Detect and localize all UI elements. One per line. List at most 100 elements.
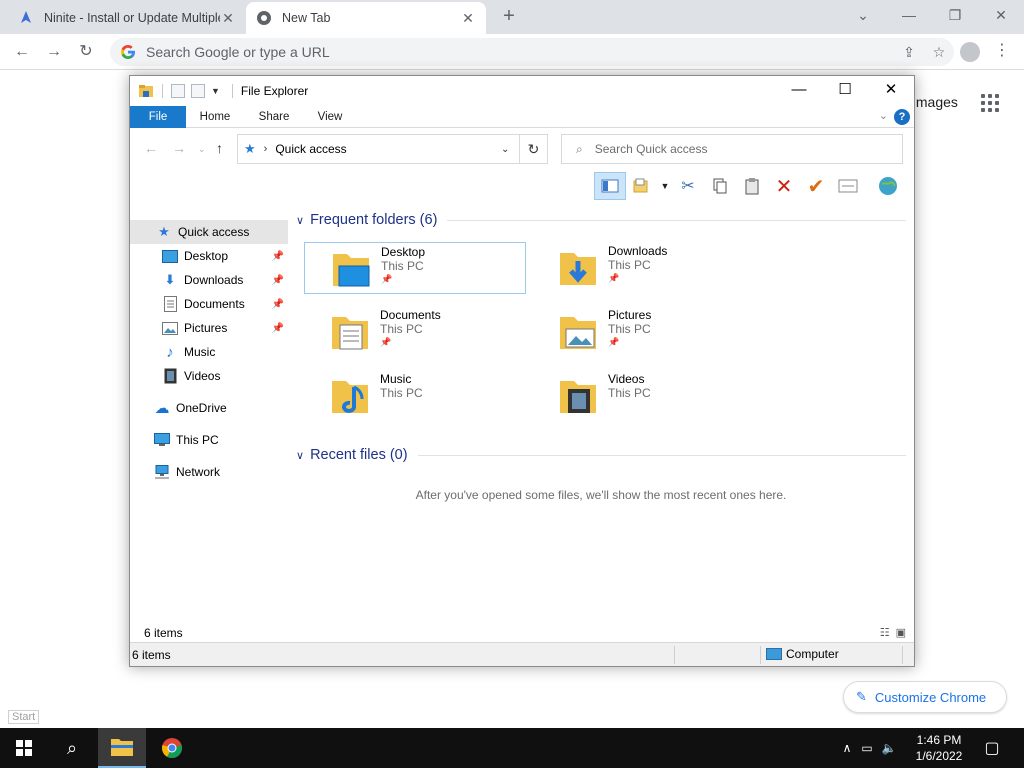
- collapse-chevron-icon[interactable]: ∨: [296, 449, 304, 462]
- explorer-close-button[interactable]: ✕: [868, 76, 914, 104]
- folder-name: Pictures: [608, 308, 652, 322]
- customize-chrome-button[interactable]: ✎ Customize Chrome: [843, 681, 1007, 713]
- windows-start-icon[interactable]: [0, 728, 48, 768]
- globe-icon[interactable]: [872, 172, 904, 200]
- navigation-pane: ★ Quick access Desktop 📌 ⬇ Downloads 📌 D…: [130, 216, 288, 516]
- desktop-icon: [162, 248, 178, 264]
- minimize-button[interactable]: —: [886, 0, 932, 30]
- sidebar-item-network[interactable]: Network: [130, 460, 288, 484]
- explorer-forward-icon[interactable]: →: [172, 140, 186, 156]
- explorer-search-box[interactable]: ⌕ Search Quick access: [561, 134, 903, 164]
- browser-window-controls: ⌄ — ❐ ✕: [840, 0, 1024, 34]
- folder-tile-pictures[interactable]: Pictures This PC 📌: [532, 306, 754, 358]
- details-view-icon[interactable]: ☷: [880, 626, 890, 639]
- recent-locations-icon[interactable]: ⌄: [198, 144, 206, 155]
- bookmark-star-icon[interactable]: ☆: [924, 44, 954, 61]
- explorer-minimize-button[interactable]: —: [776, 76, 822, 104]
- sidebar-item-label: Music: [184, 345, 216, 359]
- taskbar-clock[interactable]: 1:46 PM 1/6/2022: [904, 732, 974, 764]
- search-icon: ⌕: [576, 141, 583, 156]
- taskbar-search-icon[interactable]: ⌕: [48, 728, 96, 768]
- sidebar-item-pictures[interactable]: Pictures 📌: [130, 316, 288, 340]
- preview-pane-icon[interactable]: [594, 172, 626, 200]
- new-tab-button[interactable]: +: [498, 6, 520, 28]
- reload-icon[interactable]: ↻: [74, 40, 98, 64]
- views-icon[interactable]: [626, 172, 658, 200]
- taskbar-chrome-icon[interactable]: [148, 728, 196, 768]
- show-hidden-icons-icon[interactable]: ∧: [838, 741, 856, 755]
- tab-new-tab[interactable]: New Tab ✕: [246, 2, 486, 34]
- delete-icon[interactable]: ✕: [768, 172, 800, 200]
- sidebar-item-downloads[interactable]: ⬇ Downloads 📌: [130, 268, 288, 292]
- sidebar-item-music[interactable]: ♪ Music: [130, 340, 288, 364]
- profile-avatar-icon[interactable]: [960, 42, 980, 62]
- refresh-icon[interactable]: ↻: [519, 135, 547, 163]
- taskbar: ⌕ ∧ ▭ 🔈 1:46 PM 1/6/2022 ▢: [0, 728, 1024, 768]
- restore-button[interactable]: ❐: [932, 0, 978, 30]
- google-apps-icon[interactable]: [981, 94, 999, 112]
- ribbon-tab-share[interactable]: Share: [252, 106, 296, 128]
- recent-files-header[interactable]: ∨ Recent files (0): [296, 443, 906, 467]
- explorer-maximize-button[interactable]: ☐: [822, 76, 868, 104]
- pin-icon[interactable]: 📌: [272, 299, 284, 310]
- videos-folder-icon: [560, 381, 596, 413]
- paste-icon[interactable]: [736, 172, 768, 200]
- folder-tile-music[interactable]: Music This PC: [304, 370, 526, 422]
- folder-tile-desktop[interactable]: Desktop This PC 📌: [304, 242, 526, 294]
- folder-tile-documents[interactable]: Documents This PC 📌: [304, 306, 526, 358]
- share-icon[interactable]: ⇪: [894, 44, 924, 61]
- new-folder-quick-icon[interactable]: [191, 84, 205, 98]
- clock-time: 1:46 PM: [916, 733, 962, 747]
- sidebar-item-onedrive[interactable]: ☁ OneDrive: [130, 396, 288, 420]
- customize-quick-access-dropdown[interactable]: ▼: [211, 86, 220, 96]
- forward-icon[interactable]: →: [42, 40, 66, 64]
- checkmark-icon[interactable]: ✔: [800, 172, 832, 200]
- help-icon[interactable]: ?: [894, 109, 910, 125]
- back-icon[interactable]: ←: [10, 40, 34, 64]
- ribbon-tab-home[interactable]: Home: [194, 106, 236, 128]
- pin-icon[interactable]: 📌: [272, 275, 284, 286]
- network-status-icon[interactable]: ▭: [856, 741, 878, 755]
- sidebar-item-this-pc[interactable]: This PC: [130, 428, 288, 452]
- explorer-app-icon: [139, 85, 153, 97]
- copy-icon[interactable]: [704, 172, 736, 200]
- pictures-icon: [162, 320, 178, 336]
- sidebar-item-desktop[interactable]: Desktop 📌: [130, 244, 288, 268]
- pin-icon: 📌: [381, 274, 393, 284]
- frequent-folders-header[interactable]: ∨ Frequent folders (6): [296, 208, 906, 232]
- tab-ninite[interactable]: Ninite - Install or Update Multiple Apps…: [8, 2, 246, 34]
- images-link[interactable]: Images: [912, 94, 958, 110]
- properties-icon[interactable]: [832, 172, 864, 200]
- pin-icon[interactable]: 📌: [272, 323, 284, 334]
- omnibox[interactable]: Search Google or type a URL ⇪ ☆: [110, 38, 954, 66]
- address-dropdown-icon[interactable]: ⌄: [501, 144, 519, 155]
- up-one-level-icon[interactable]: ↑: [216, 140, 223, 156]
- chrome-menu-icon[interactable]: ⋮: [994, 40, 1010, 60]
- pin-icon[interactable]: 📌: [272, 251, 284, 262]
- cut-icon[interactable]: ✂: [672, 172, 704, 200]
- status-bar: 6 items Computer: [130, 642, 914, 666]
- close-tab-icon[interactable]: ✕: [220, 10, 236, 27]
- views-dropdown-icon[interactable]: ▼: [658, 172, 672, 200]
- folder-location: This PC: [608, 386, 651, 400]
- collapse-chevron-icon[interactable]: ∨: [296, 214, 304, 227]
- ribbon-tab-view[interactable]: View: [310, 106, 350, 128]
- notifications-icon[interactable]: ▢: [970, 728, 1014, 768]
- properties-quick-icon[interactable]: [171, 84, 185, 98]
- tab-search-icon[interactable]: ⌄: [840, 0, 886, 30]
- sidebar-item-quick-access[interactable]: ★ Quick access: [130, 220, 288, 244]
- address-bar[interactable]: ★ › Quick access ⌄ ↻: [237, 134, 548, 164]
- sidebar-item-videos[interactable]: Videos: [130, 364, 288, 388]
- folder-tile-downloads[interactable]: Downloads This PC 📌: [532, 242, 754, 294]
- sidebar-item-documents[interactable]: Documents 📌: [130, 292, 288, 316]
- large-icons-view-icon[interactable]: ▣: [896, 626, 906, 639]
- breadcrumb-chevron-icon[interactable]: ›: [264, 143, 268, 155]
- close-window-button[interactable]: ✕: [978, 0, 1024, 30]
- ribbon-tab-file[interactable]: File: [130, 106, 186, 128]
- explorer-back-icon[interactable]: ←: [144, 140, 158, 156]
- folder-tile-videos[interactable]: Videos This PC: [532, 370, 754, 422]
- volume-muted-icon[interactable]: 🔈: [878, 741, 900, 755]
- expand-ribbon-icon[interactable]: ⌄: [879, 109, 888, 122]
- close-tab-icon[interactable]: ✕: [460, 10, 476, 27]
- taskbar-file-explorer-icon[interactable]: [98, 728, 146, 768]
